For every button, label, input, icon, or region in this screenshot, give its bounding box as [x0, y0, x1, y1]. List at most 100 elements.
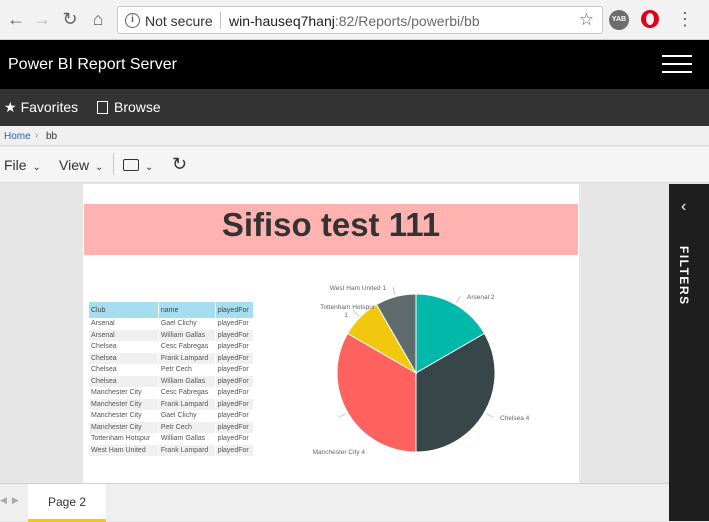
pie-data-label: West Ham United 1	[330, 285, 387, 292]
address-bar[interactable]: i Not secure win-hauseq7hanj:82/Reports/…	[117, 6, 603, 34]
table-cell: Frank Lampard	[158, 398, 216, 410]
table-row[interactable]: Chelsea Cesc Fabregas playedFor	[89, 341, 255, 353]
pie-data-label: Manchester City 4	[313, 449, 366, 456]
table-cell: playedFor	[215, 352, 255, 364]
table-row[interactable]: Manchester City Gael Clichy playedFor	[89, 410, 255, 422]
table-cell: William Gallas	[158, 329, 216, 341]
chevron-down-icon: ⌄	[94, 162, 104, 173]
table-cell: Gael Clichy	[158, 318, 216, 330]
document-icon	[97, 101, 108, 114]
pie-leader-line	[392, 286, 396, 295]
table-cell: playedFor	[215, 410, 255, 422]
table-row[interactable]: Manchester City Petr Cech playedFor	[89, 421, 255, 433]
table-cell: Chelsea	[89, 375, 159, 387]
table-row[interactable]: Arsenal Gael Clichy playedFor	[89, 318, 255, 330]
toolbar-divider	[113, 153, 114, 175]
pie-chart[interactable]: Arsenal 2 Chelsea 4 Manchester City 4 Totte…	[270, 275, 560, 470]
pie-data-label: Arsenal 2	[467, 294, 495, 301]
table-cell: playedFor	[215, 398, 255, 410]
table-row[interactable]: Chelsea Petr Cech playedFor	[89, 364, 255, 376]
bookmark-star-icon[interactable]: ☆	[579, 10, 594, 30]
browser-toolbar: ← → ↻ ⌂ i Not secure win-hauseq7hanj:82/…	[0, 0, 709, 40]
view-menu-button[interactable]: View ⌄	[59, 157, 103, 173]
reload-icon[interactable]: ↻	[59, 8, 81, 30]
table-cell: Cesc Fabregas	[158, 387, 216, 399]
table-cell: Arsenal	[89, 318, 159, 330]
breadcrumb: Home › bb	[0, 126, 709, 146]
table-cell: Gael Clichy	[158, 410, 216, 422]
yab-extension-icon[interactable]: YAB	[609, 10, 629, 30]
table-cell: playedFor	[215, 364, 255, 376]
report-title: Sifiso test 111	[221, 206, 441, 243]
table-cell: playedFor	[215, 387, 255, 399]
security-label: Not secure	[145, 13, 213, 29]
forward-arrow-icon[interactable]: →	[31, 8, 53, 30]
table-cell: Frank Lampard	[158, 444, 216, 456]
table-cell: Manchester City	[89, 410, 159, 422]
table-cell: Manchester City	[89, 398, 159, 410]
table-cell: playedFor	[215, 421, 255, 433]
table-cell: Petr Cech	[158, 364, 216, 376]
filters-pane[interactable]: ‹ FILTERS	[669, 184, 709, 521]
pie-data-label: Tottenham Hotspur	[320, 304, 376, 311]
app-title: Power BI Report Server	[8, 56, 177, 73]
hamburger-menu-icon[interactable]	[662, 55, 692, 75]
table-header-cell[interactable]: Club	[89, 302, 159, 318]
app-header: Power BI Report Server	[0, 40, 709, 89]
back-arrow-icon[interactable]: ←	[5, 8, 27, 30]
bookmarks-menu-button[interactable]: ⌄	[123, 157, 153, 173]
browse-label: Browse	[114, 99, 161, 115]
info-icon[interactable]: i	[125, 13, 140, 28]
table-row[interactable]: Arsenal William Gallas playedFor	[89, 329, 255, 341]
report-title-banner: Sifiso test 111	[84, 204, 578, 255]
refresh-icon[interactable]: ↻	[172, 154, 187, 175]
file-menu-button[interactable]: File ⌄	[4, 157, 41, 173]
chevron-down-icon: ⌄	[144, 162, 154, 173]
pie-data-label: Chelsea 4	[500, 415, 530, 422]
table-row[interactable]: West Ham United Frank Lampard playedFor	[89, 444, 255, 456]
table-cell: Arsenal	[89, 329, 159, 341]
tab-page-2[interactable]: Page 2	[28, 484, 106, 522]
breadcrumb-home[interactable]: Home	[4, 131, 31, 142]
table-row[interactable]: Chelsea William Gallas playedFor	[89, 375, 255, 387]
table-header-row: Club name playedFor	[89, 302, 255, 318]
table-row[interactable]: Tottenham Hotspur William Gallas playedFor	[89, 433, 255, 445]
file-menu-label: File	[4, 157, 27, 173]
browser-menu-icon[interactable]: ⋮	[676, 8, 694, 30]
bookmark-view-icon	[123, 159, 139, 171]
favorites-link[interactable]: ★ Favorites	[4, 99, 78, 116]
table-cell: playedFor	[215, 375, 255, 387]
table-header-cell[interactable]: name	[158, 302, 216, 318]
report-toolbar: File ⌄ View ⌄ ⌄ ↻	[0, 147, 709, 183]
home-icon[interactable]: ⌂	[87, 8, 109, 30]
table-cell: Chelsea	[89, 352, 159, 364]
url-path: :82/Reports/powerbi/bb	[334, 13, 480, 29]
chevron-left-icon[interactable]: ‹	[681, 198, 686, 216]
table-cell: William Gallas	[158, 433, 216, 445]
top-nav: ★ Favorites Browse	[0, 89, 709, 126]
table-row[interactable]: Chelsea Frank Lampard playedFor	[89, 352, 255, 364]
chevron-down-icon: ⌄	[32, 162, 41, 173]
favorites-label: Favorites	[20, 99, 79, 115]
data-table: Club name playedFor Arsenal Gael Clichy play…	[89, 302, 255, 456]
table-cell: West Ham United	[89, 444, 159, 456]
tab-scroll-arrows-icon[interactable]: ◀ ▶	[0, 495, 19, 506]
url-host: win-hauseq7hanj	[229, 13, 335, 29]
table-cell: Chelsea	[89, 341, 159, 353]
table-row[interactable]: Manchester City Frank Lampard playedFor	[89, 398, 255, 410]
table-cell: Manchester City	[89, 421, 159, 433]
table-header-cell[interactable]: playedFor	[215, 302, 255, 318]
breadcrumb-current: bb	[46, 131, 58, 142]
table-cell: Manchester City	[89, 387, 159, 399]
pie-leader-line	[456, 295, 461, 304]
table-cell: playedFor	[215, 433, 255, 445]
table-cell: William Gallas	[158, 375, 216, 387]
opera-extension-icon[interactable]	[641, 10, 659, 28]
filters-label: FILTERS	[677, 246, 691, 306]
table-body: Arsenal Gael Clichy playedFor Arsenal Willia…	[89, 318, 255, 456]
table-row[interactable]: Manchester City Cesc Fabregas playedFor	[89, 387, 255, 399]
table-cell: Cesc Fabregas	[158, 341, 216, 353]
browse-link[interactable]: Browse	[97, 99, 161, 115]
view-menu-label: View	[59, 157, 90, 173]
url-text[interactable]: win-hauseq7hanj:82/Reports/powerbi/bb	[229, 13, 480, 29]
